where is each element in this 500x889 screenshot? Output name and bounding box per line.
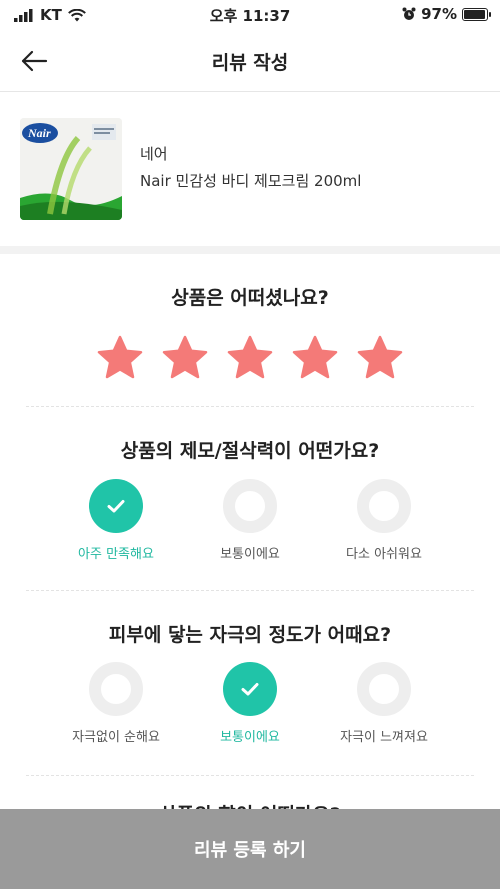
battery-icon <box>462 7 491 21</box>
option-label: 다소 아쉬워요 <box>346 547 422 562</box>
option-3[interactable]: 자극이 느껴져요 <box>304 662 464 745</box>
section-divider <box>0 246 500 254</box>
battery-percent: 97% <box>421 5 457 23</box>
product-logo-text: Nair <box>27 126 51 140</box>
star-1-icon[interactable] <box>96 334 144 382</box>
dashed-divider <box>26 590 474 591</box>
battery-fill <box>464 9 486 19</box>
product-image: Nair <box>20 118 122 220</box>
product-thumbnail: Nair <box>20 118 122 220</box>
status-right: 97% <box>402 5 491 23</box>
star-3-icon[interactable] <box>226 334 274 382</box>
rating-question: 상품은 어떠셨나요? <box>171 287 329 309</box>
radio-selected[interactable] <box>89 479 143 533</box>
submit-review-button[interactable]: 리뷰 등록 하기 <box>0 809 500 889</box>
option-label: 자극이 느껴져요 <box>340 730 428 745</box>
option-3[interactable]: 다소 아쉬워요 <box>304 479 464 562</box>
radio-unselected[interactable] <box>223 479 277 533</box>
app-header: 리뷰 작성 <box>0 30 500 92</box>
star-rating <box>0 334 500 382</box>
irritation-question: 피부에 닿는 자극의 정도가 어때요? <box>108 624 392 646</box>
check-icon <box>241 683 259 696</box>
star-4-icon[interactable] <box>291 334 339 382</box>
check-icon <box>107 500 125 513</box>
star-5-icon[interactable] <box>356 334 404 382</box>
status-bar: KT 오후 11:37 97% <box>0 0 500 30</box>
removal-options: 아주 만족해요 보통이에요 다소 아쉬워요 <box>0 479 500 562</box>
dashed-divider <box>26 775 474 776</box>
radio-unselected[interactable] <box>357 479 411 533</box>
radio-unselected[interactable] <box>89 662 143 716</box>
radio-unselected[interactable] <box>357 662 411 716</box>
star-2-icon[interactable] <box>161 334 209 382</box>
removal-question: 상품의 제모/절삭력이 어떤가요? <box>120 440 380 462</box>
page-title: 리뷰 작성 <box>211 52 289 74</box>
dashed-divider <box>26 406 474 407</box>
radio-selected[interactable] <box>223 662 277 716</box>
product-name: Nair 민감성 바디 제모크림 200ml <box>140 172 362 190</box>
irritation-options: 자극없이 순해요 보통이에요 자극이 느껴져요 <box>0 662 500 745</box>
product-summary: Nair 네어 Nair 민감성 바디 제모크림 200ml <box>0 92 500 246</box>
alarm-icon <box>402 7 416 20</box>
product-brand: 네어 <box>140 145 168 163</box>
